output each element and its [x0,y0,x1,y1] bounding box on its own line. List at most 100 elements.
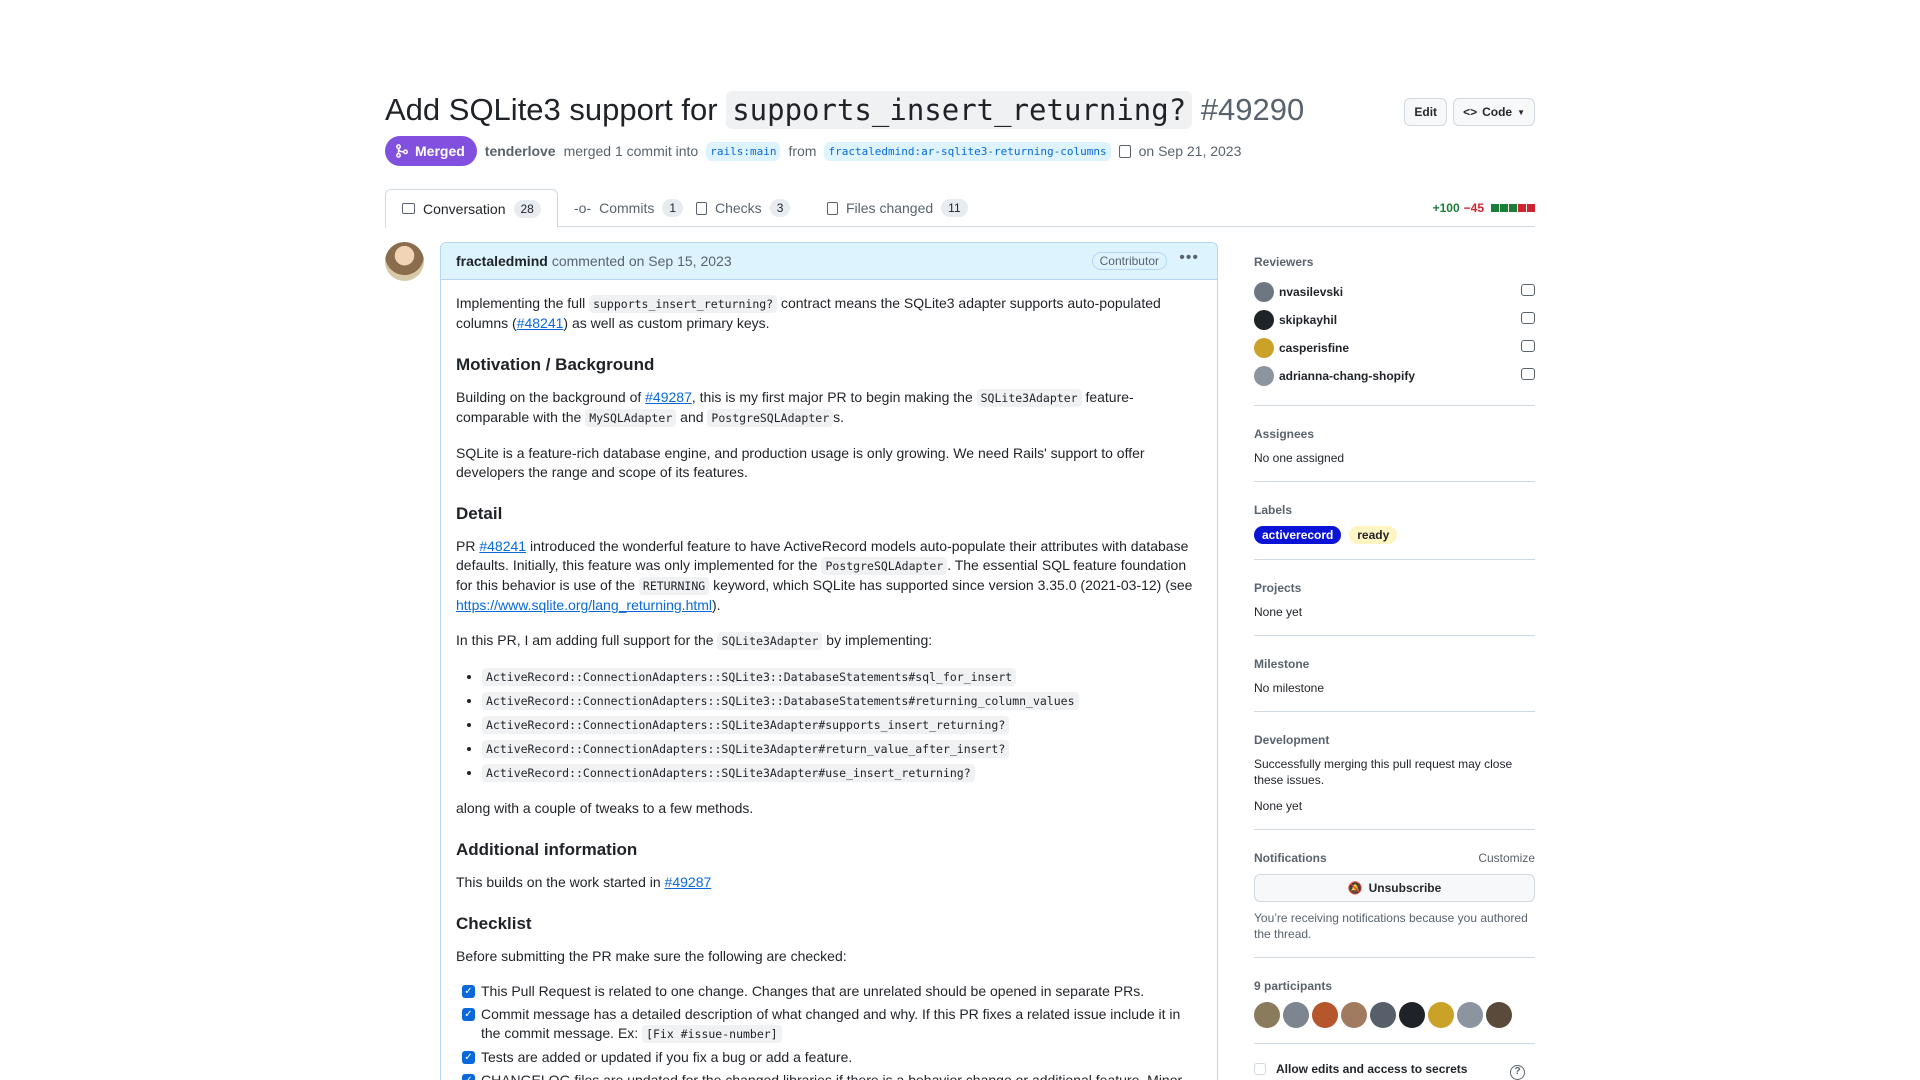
notifications-section: Notifications Customize 🔕 Unsubscribe Yo… [1254,847,1535,958]
checklist-text: CHANGELOG files are updated for the chan… [481,1072,1183,1080]
tab-counter: 28 [513,199,541,218]
issue-link[interactable]: #49287 [665,874,712,890]
reviewer-row[interactable]: nvasilevski [1254,278,1535,306]
checkbox[interactable]: ✓ [462,1074,475,1080]
participant-avatar[interactable] [1283,1002,1309,1028]
code-button[interactable]: <> Code ▼ [1453,98,1535,126]
reviewer-row[interactable]: casperisfine [1254,334,1535,362]
reviewer-row[interactable]: adrianna-chang-shopify [1254,362,1535,390]
participant-avatar[interactable] [1428,1002,1454,1028]
allow-edits-label: Allow edits and access to secrets by mai… [1276,1062,1468,1080]
checklist-text: Commit message has a detailed descriptio… [481,1006,1181,1041]
participant-avatar[interactable] [1254,1002,1280,1028]
section-heading: Motivation / Background [456,355,655,374]
milestone-value: No milestone [1254,681,1325,695]
issue-link[interactable]: #49287 [645,389,692,405]
caret-down-icon: ▼ [1517,107,1525,117]
projects-title[interactable]: Projects [1254,581,1535,595]
copy-icon[interactable] [1118,144,1131,158]
checkbox[interactable]: ✓ [462,1008,475,1021]
diffstat-square [1509,204,1517,212]
reviewer-name: skipkayhil [1279,313,1338,327]
unsubscribe-label: Unsubscribe [1368,881,1442,895]
label-activerecord[interactable]: activerecord [1254,526,1342,544]
state-badge: Merged [385,136,477,166]
tab-commits[interactable]: -o- Commits 1 [558,189,699,227]
participant-avatar[interactable] [1486,1002,1512,1028]
pr-description-comment: fractaledmind commented on Sep 15, 2023 … [440,242,1218,1080]
commit-icon: -o- [574,200,592,216]
base-branch[interactable]: rails:main [706,141,781,161]
inline-code: ActiveRecord::ConnectionAdapters::SQLite… [482,764,975,782]
text: and [680,409,704,425]
reviewer-row[interactable]: skipkayhil [1254,306,1535,334]
participant-avatar[interactable] [1457,1002,1483,1028]
text: keyword, which SQLite has supported sinc… [713,577,1193,593]
milestone-section: Milestone No milestone [1254,653,1535,712]
text: PR [456,538,476,554]
milestone-title[interactable]: Milestone [1254,657,1535,671]
external-link[interactable]: https://www.sqlite.org/lang_returning.ht… [456,597,712,613]
checkbox[interactable]: ✓ [462,985,475,998]
comment-author[interactable]: fractaledmind [456,253,548,269]
assignees-title[interactable]: Assignees [1254,427,1535,441]
text: In this PR, I am adding full support for… [456,632,714,648]
development-section: Development Successfully merging this pu… [1254,729,1535,830]
tab-checks[interactable]: Checks 3 [680,189,806,227]
tab-label: Commits [599,200,655,216]
text: , this is my first major PR to begin mak… [691,389,973,405]
labels-section: Labels activerecord ready [1254,499,1535,560]
participant-avatar[interactable] [1341,1002,1367,1028]
merger-link[interactable]: tenderlove [485,143,556,159]
bell-slash-icon: 🔕 [1347,881,1363,895]
comment-timestamp[interactable]: commented on Sep 15, 2023 [552,253,732,269]
list-item: ActiveRecord::ConnectionAdapters::SQLite… [482,739,1202,759]
comment-icon [1521,284,1535,296]
projects-value: None yet [1254,605,1303,619]
participant-avatar[interactable] [1399,1002,1425,1028]
kebab-horizontal-icon[interactable]: ••• [1179,249,1199,267]
question-icon[interactable]: ? [1510,1065,1525,1080]
checklist-item: ✓ CHANGELOG files are updated for the cha… [462,1071,1202,1080]
text: by implementing: [826,632,933,648]
comment-icon [1521,368,1535,380]
allow-edits-checkbox[interactable] [1254,1063,1266,1075]
reviewers-section: Reviewers nvasilevski skipkayhil casperi… [1254,255,1535,406]
text: ) as well as custom primary keys. [563,315,770,331]
labels-title[interactable]: Labels [1254,503,1535,517]
issue-link[interactable]: #48241 [479,538,526,554]
projects-section: Projects None yet [1254,577,1535,636]
participant-avatar[interactable] [1370,1002,1396,1028]
diffstat-square [1527,204,1535,212]
pr-tabs: Conversation 28 -o- Commits 1 Checks 3 F… [385,189,1535,228]
head-branch[interactable]: fractaledmind:ar-sqlite3-returning-colum… [824,141,1111,161]
label-ready[interactable]: ready [1349,526,1398,544]
author-avatar[interactable] [385,242,424,281]
participant-avatar[interactable] [1312,1002,1338,1028]
list-item: ActiveRecord::ConnectionAdapters::SQLite… [482,691,1202,711]
pr-number: #49290 [1200,92,1305,127]
customize-link[interactable]: Customize [1478,851,1535,865]
diffstat-square [1500,204,1508,212]
reviewers-title[interactable]: Reviewers [1254,255,1535,269]
pr-header: Add SQLite3 support for supports_insert_… [385,88,1535,132]
diffstat-square [1491,204,1499,212]
state-label: Merged [415,143,465,159]
development-title[interactable]: Development [1254,733,1535,747]
inline-code: SQLite3Adapter [976,389,1082,407]
edit-button[interactable]: Edit [1404,98,1448,126]
tab-files-changed[interactable]: Files changed 11 [811,189,984,227]
reviewer-name: adrianna-chang-shopify [1279,369,1416,383]
checkbox[interactable]: ✓ [462,1051,475,1064]
tab-counter: 11 [941,199,968,217]
issue-link[interactable]: #48241 [517,315,564,331]
text: Building on the background of [456,389,642,405]
unsubscribe-button[interactable]: 🔕 Unsubscribe [1254,874,1535,902]
participant-avatars [1254,1002,1535,1028]
participants-title: 9 participants [1254,979,1333,993]
allow-edits-option: Allow edits and access to secrets by mai… [1254,1061,1535,1080]
checklist-item: ✓ This Pull Request is related to one cha… [462,982,1202,1001]
merge-icon [396,144,408,158]
comment-body: Implementing the full supports_insert_re… [441,280,1217,1080]
tab-conversation[interactable]: Conversation 28 [385,189,558,228]
